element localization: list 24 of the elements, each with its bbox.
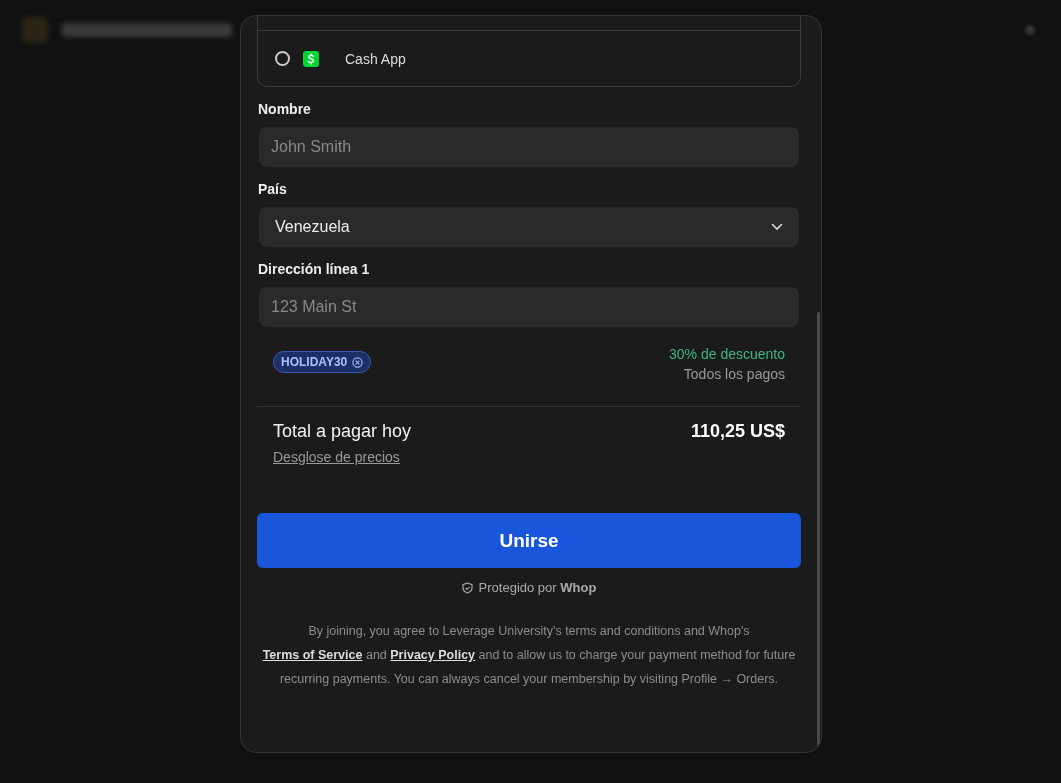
total-amount: 110,25 US$ bbox=[690, 421, 785, 443]
protected-text: Protegido por Whop bbox=[478, 580, 597, 595]
remove-icon[interactable] bbox=[352, 356, 364, 368]
field-label: Dirección línea 1 bbox=[258, 261, 371, 277]
payment-option[interactable]: Cash App bbox=[258, 31, 800, 86]
logo-icon bbox=[22, 17, 48, 43]
shield-icon bbox=[461, 581, 473, 594]
field-label: País bbox=[258, 181, 288, 197]
country-dropdown[interactable]: Venezuela bbox=[259, 207, 799, 247]
price-breakdown-link[interactable]: Desglose de precios bbox=[273, 449, 400, 465]
total-label: Total a pagar hoy bbox=[273, 421, 412, 442]
terms-link[interactable]: Terms of Service bbox=[262, 648, 363, 662]
discount-text: 30% de descuento bbox=[669, 345, 785, 364]
input-field[interactable]: John Smith bbox=[259, 127, 799, 167]
discount-scope: Todos los pagos bbox=[682, 365, 785, 384]
coupon-tag[interactable]: HOLIDAY30 bbox=[273, 351, 372, 373]
terms-text: By joining, you agree to Leverage University's terms and conditions and Whop's Terms of Service and Privacy Policy and to allow us to charge your payment method for future recurring payments. You can always cancel your membership by visiting Profile → Orders. bbox=[261, 623, 797, 688]
dollar-icon bbox=[303, 50, 319, 67]
chevron-down-icon bbox=[771, 223, 783, 231]
input-field[interactable]: 123 Main St bbox=[259, 287, 799, 327]
field-label: Nombre bbox=[258, 101, 312, 117]
terms-link[interactable]: Privacy Policy bbox=[390, 648, 476, 662]
join-button[interactable]: Unirse bbox=[257, 513, 801, 568]
radio-button[interactable] bbox=[275, 51, 290, 66]
